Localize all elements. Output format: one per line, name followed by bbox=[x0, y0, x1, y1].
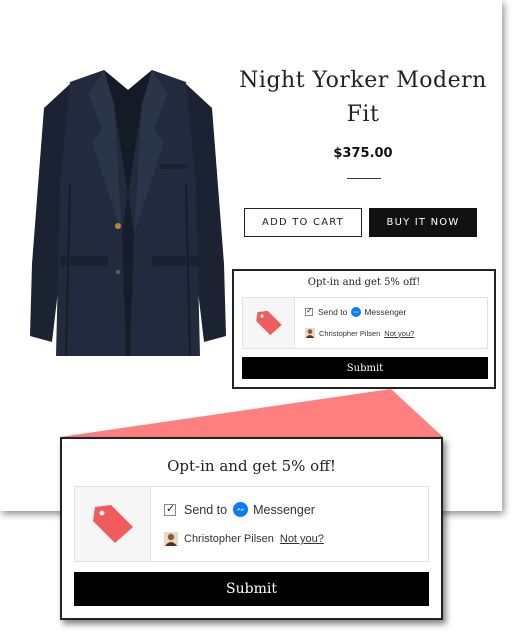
user-name: Christopher Pilsen bbox=[319, 328, 381, 338]
send-to-row: Send to Messenger bbox=[164, 502, 315, 517]
send-to-label: Send to bbox=[184, 502, 228, 517]
submit-button[interactable]: Submit bbox=[242, 357, 488, 379]
product-image[interactable] bbox=[30, 64, 226, 362]
send-to-checkbox[interactable] bbox=[305, 306, 313, 316]
send-to-row: Send to Messenger bbox=[305, 306, 407, 317]
user-name: Christopher Pilsen bbox=[184, 533, 274, 545]
optin-widget-zoomed: Opt-in and get 5% off! Send to Messenger… bbox=[60, 437, 443, 620]
optin-heading: Opt-in and get 5% off! bbox=[307, 277, 421, 288]
user-row: Christopher Pilsen Not you? bbox=[164, 532, 324, 546]
submit-button[interactable]: Submit bbox=[74, 572, 429, 606]
not-you-link[interactable]: Not you? bbox=[384, 329, 414, 338]
messenger-icon bbox=[233, 502, 249, 517]
avatar bbox=[164, 532, 178, 546]
tag-icon bbox=[93, 505, 133, 543]
product-title-line-1: Night Yorker Modern bbox=[239, 68, 487, 93]
optin-box: Send to Messenger Christopher Pilsen Not… bbox=[242, 297, 488, 349]
send-to-checkbox[interactable] bbox=[164, 502, 176, 516]
send-to-label: Send to bbox=[318, 307, 348, 317]
messenger-icon bbox=[351, 307, 362, 317]
tag-icon-panel bbox=[243, 298, 295, 348]
product-title-line-2: Fit bbox=[346, 102, 380, 127]
product-card: Night Yorker Modern Fit $375.00 ADD TO C… bbox=[0, 0, 502, 511]
avatar bbox=[305, 328, 315, 338]
tag-icon bbox=[256, 310, 282, 336]
divider bbox=[347, 178, 381, 179]
not-you-link[interactable]: Not you? bbox=[280, 533, 324, 545]
user-row: Christopher Pilsen Not you? bbox=[305, 328, 414, 338]
messenger-label: Messenger bbox=[253, 502, 315, 517]
optin-heading: Opt-in and get 5% off! bbox=[167, 457, 336, 475]
optin-box: Send to Messenger Christopher Pilsen Not… bbox=[74, 486, 429, 562]
tag-icon-panel bbox=[75, 487, 151, 561]
add-to-cart-button[interactable]: ADD TO CART bbox=[244, 208, 362, 237]
buy-it-now-button[interactable]: BUY IT NOW bbox=[369, 208, 477, 237]
product-price: $375.00 bbox=[333, 146, 393, 161]
product-title: Night Yorker Modern Fit bbox=[236, 64, 490, 132]
optin-widget-small: Opt-in and get 5% off! Send to Messenger… bbox=[232, 269, 496, 389]
messenger-label: Messenger bbox=[364, 307, 407, 317]
